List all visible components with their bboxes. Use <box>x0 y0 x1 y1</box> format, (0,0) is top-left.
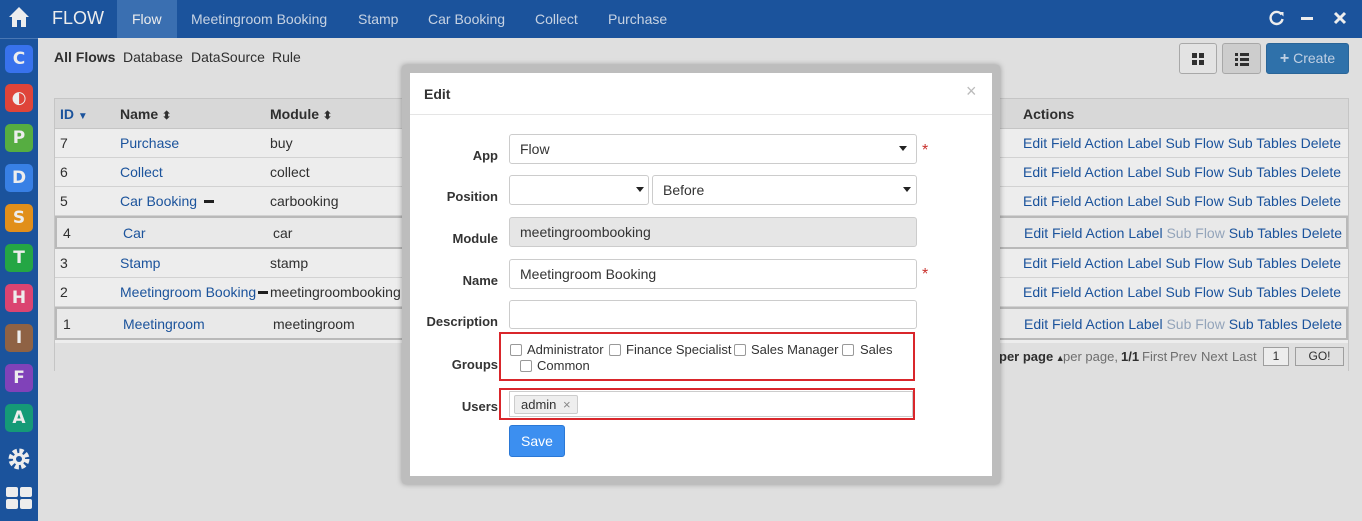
name-input[interactable]: Meetingroom Booking <box>509 259 917 289</box>
required-marker: * <box>922 266 929 283</box>
group-checkbox-sales[interactable] <box>842 344 854 356</box>
required-marker: * <box>922 142 929 159</box>
app-select[interactable]: Flow <box>509 134 917 164</box>
user-tag: admin × <box>514 395 578 414</box>
group-checkbox-sales-manager[interactable] <box>734 344 746 356</box>
description-label: Description <box>426 314 498 329</box>
position-order-select[interactable]: Before <box>652 175 917 205</box>
description-textarea[interactable] <box>509 300 917 329</box>
group-label: Sales Manager <box>751 342 839 357</box>
remove-tag-icon[interactable]: × <box>563 397 571 412</box>
group-label: Administrator <box>527 342 604 357</box>
group-checkbox-common[interactable] <box>520 360 532 372</box>
module-label: Module <box>452 231 499 246</box>
dropdown-caret-icon <box>899 146 907 151</box>
group-checkbox-administrator[interactable] <box>510 344 522 356</box>
module-field: meetingroombooking <box>509 217 917 247</box>
group-label: Finance Specialist <box>626 342 732 357</box>
groups-label: Groups <box>451 357 498 372</box>
dropdown-caret-icon <box>903 187 911 192</box>
group-label: Sales <box>860 342 893 357</box>
dropdown-caret-icon <box>636 187 644 192</box>
save-button[interactable]: Save <box>509 425 565 457</box>
group-label: Common <box>537 358 590 373</box>
app-label: App <box>472 148 498 163</box>
position-select[interactable] <box>509 175 649 205</box>
users-input[interactable]: admin × <box>509 391 913 417</box>
close-icon[interactable]: × <box>966 81 977 102</box>
name-label: Name <box>462 273 498 288</box>
group-checkbox-finance-specialist[interactable] <box>609 344 621 356</box>
dialog-header: Edit × <box>410 73 992 115</box>
users-label: Users <box>461 399 498 414</box>
edit-dialog: Edit × App Flow * Position Before Module… <box>402 65 1000 484</box>
dialog-title: Edit <box>424 86 451 102</box>
position-label: Position <box>446 189 498 204</box>
